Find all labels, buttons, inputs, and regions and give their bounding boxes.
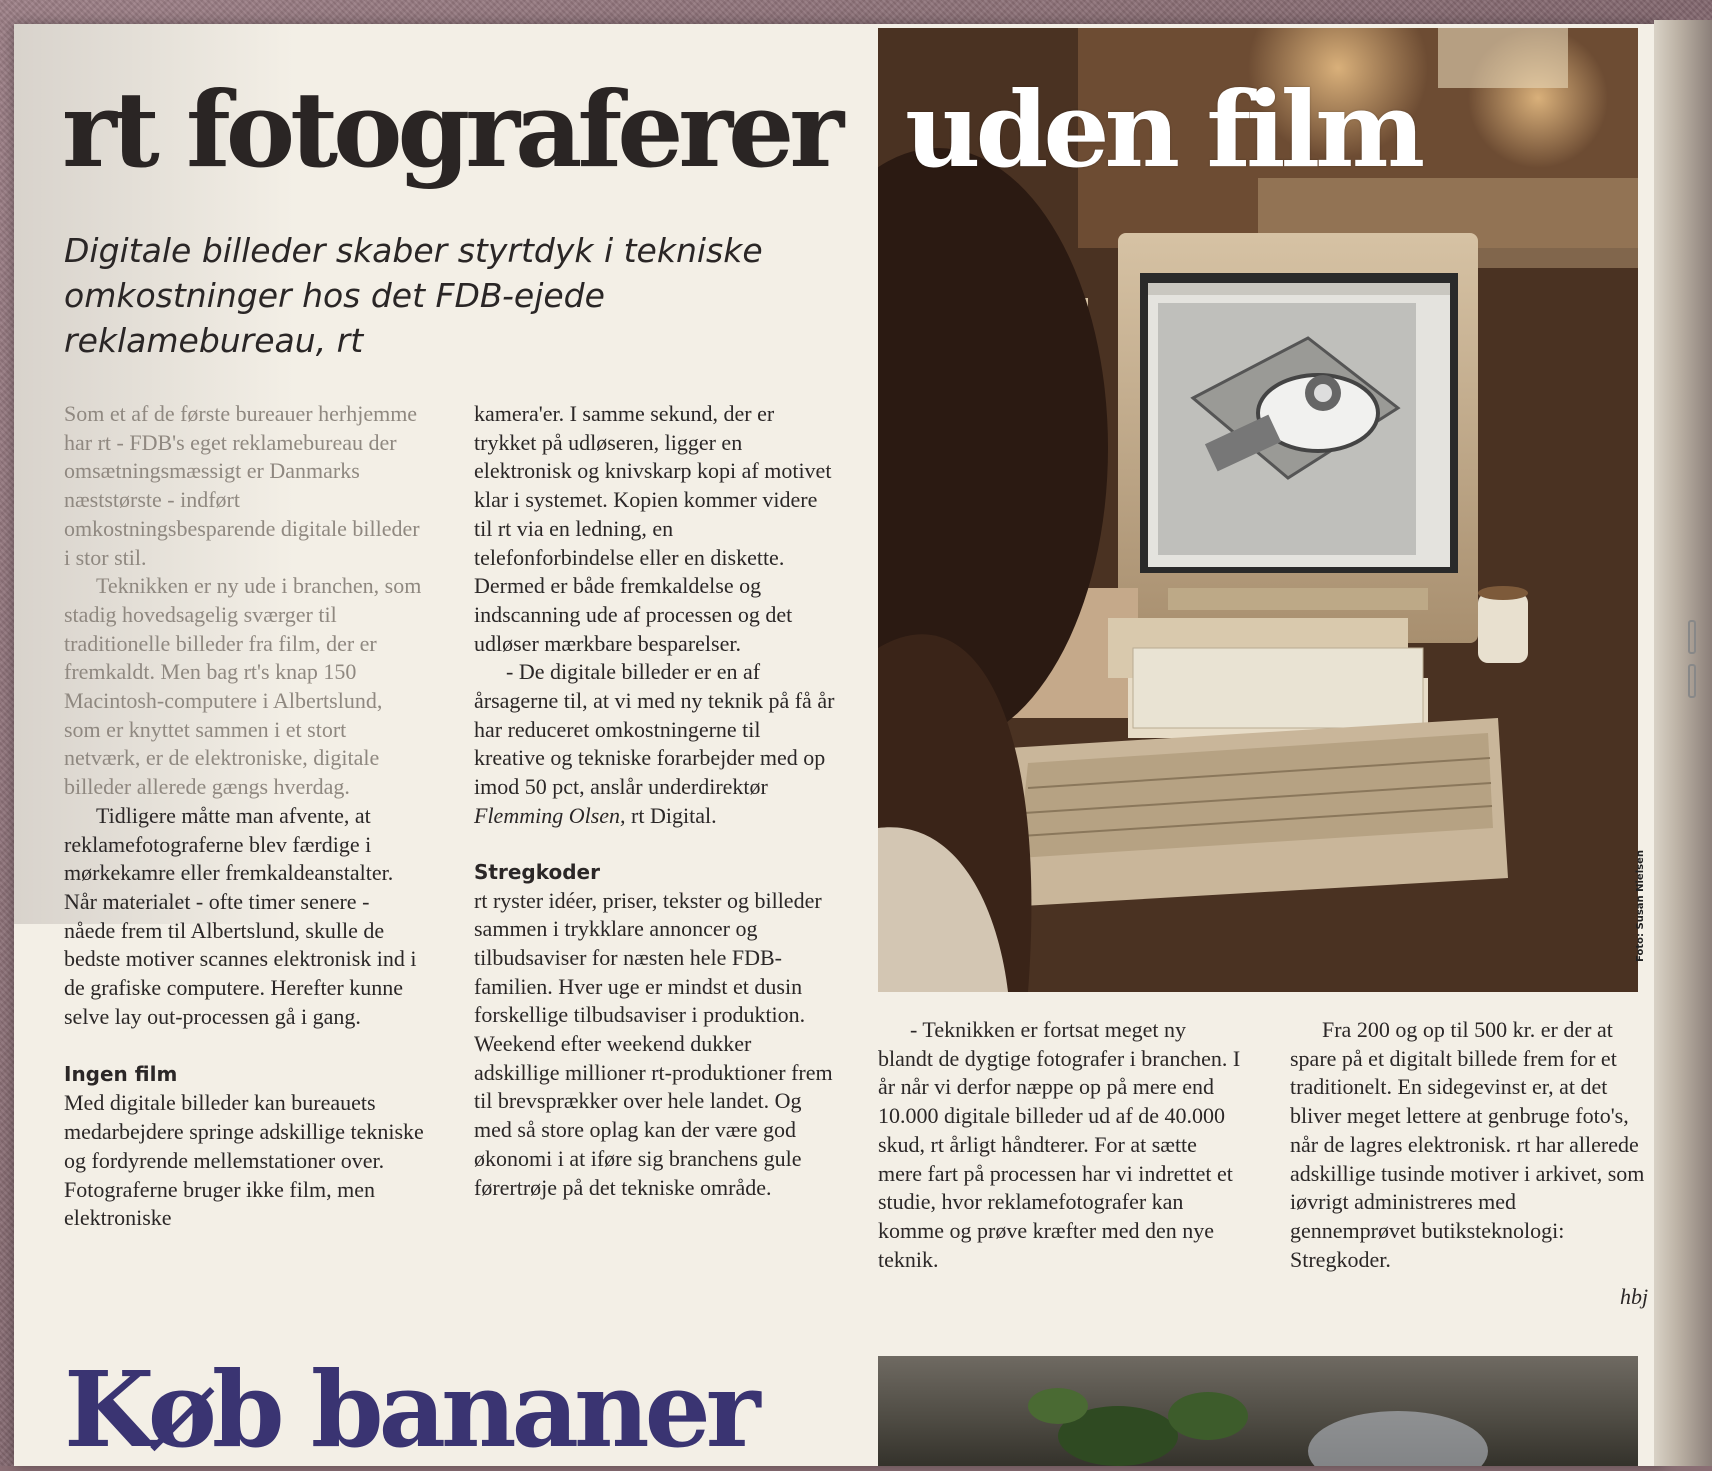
headline-dark: rt fotograferer <box>62 68 844 191</box>
staple-icon <box>1688 620 1696 654</box>
headline-light: uden film <box>905 68 1425 191</box>
person-name: Flemming Olsen, <box>474 802 626 828</box>
next-article-headline: Køb bananer <box>64 1348 761 1471</box>
paragraph: Fra 200 og op til 500 kr. er der at spar… <box>1290 1017 1645 1272</box>
paragraph: - Teknikken er fortsat meget ny blandt d… <box>878 1017 1241 1272</box>
section-heading: Ingen film <box>64 1062 178 1087</box>
quote-paragraph: - De digitale billeder er en af årsagern… <box>474 658 836 830</box>
paragraph: Tidligere måtte man afvente, at reklamef… <box>64 802 417 1029</box>
article-column-1: Som et af de første bureauer herhjemme h… <box>64 400 424 1233</box>
plant-illustration <box>1028 1388 1488 1466</box>
staple-icon <box>1688 664 1696 698</box>
paragraph: kamera'er. I samme sekund, der er trykke… <box>474 401 832 656</box>
next-article-photo <box>878 1356 1638 1466</box>
paragraph: Med digitale billeder kan bureauets meda… <box>64 1090 424 1231</box>
article-subtitle: Digitale billeder skaber styrtdyk i tekn… <box>64 231 763 360</box>
article-column-3: - Teknikken er fortsat meget ny blandt d… <box>878 1016 1244 1274</box>
photo-credit: Foto: Susan Nielsen <box>1635 850 1646 962</box>
paragraph: rt ryster idéer, priser, tekster og bill… <box>474 887 833 1200</box>
paragraph-text: - De digitale billeder er en af årsagern… <box>474 659 835 800</box>
paragraph: Teknikken er ny ude i branchen, som stad… <box>64 573 422 800</box>
next-page-edge <box>1654 20 1712 1466</box>
article-column-4: Fra 200 og op til 500 kr. er der at spar… <box>1290 1016 1646 1274</box>
paragraph-text: rt Digital. <box>625 802 717 828</box>
article-column-2: kamera'er. I samme sekund, der er trykke… <box>474 400 836 1202</box>
section-heading: Stregkoder <box>474 859 600 884</box>
paragraph: Som et af de første bureauer herhjemme h… <box>64 401 420 570</box>
author-byline: hbj <box>1620 1284 1649 1309</box>
